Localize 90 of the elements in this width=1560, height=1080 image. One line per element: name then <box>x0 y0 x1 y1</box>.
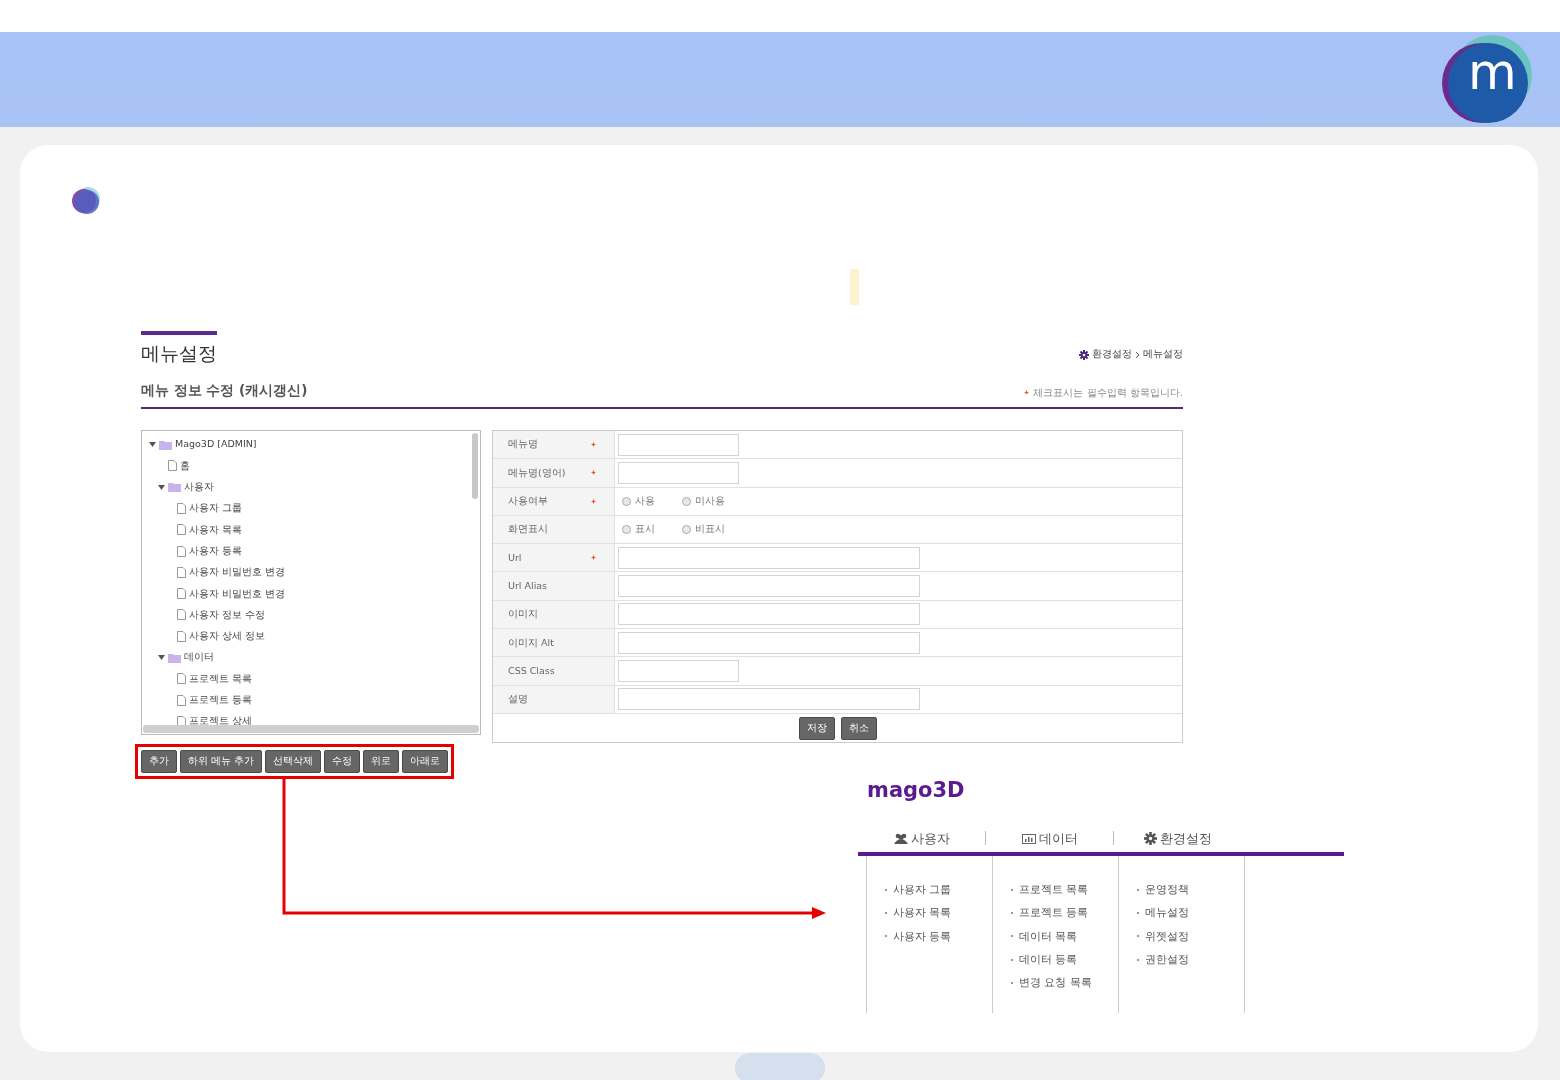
preview-logo-text: mago3D <box>867 777 965 804</box>
tree-item[interactable]: 사용자 목록 <box>189 522 243 537</box>
users-icon <box>893 832 908 844</box>
field-label: 화면표시 <box>508 522 548 537</box>
menu-link[interactable]: 프로젝트 목록 <box>1019 881 1089 898</box>
menu-tab[interactable]: 데이터 <box>986 828 1113 848</box>
field-label: Url <box>508 550 522 565</box>
tree-item[interactable]: Mago3D [ADMIN] <box>175 437 257 452</box>
folder-icon <box>168 652 181 663</box>
logo-letter: m <box>1468 46 1517 97</box>
tree-item[interactable]: 프로젝트 목록 <box>189 671 253 686</box>
tree-item[interactable]: 프로젝트 상세 <box>189 714 253 729</box>
tree-item[interactable]: 사용자 정보 수정 <box>189 607 266 623</box>
breadcrumb-item[interactable]: 환경설정 <box>1092 347 1132 362</box>
folder-icon <box>168 482 181 493</box>
page-icon <box>177 502 186 514</box>
page-icon <box>177 566 186 578</box>
page-icon <box>177 524 186 536</box>
field-label: CSS Class <box>508 663 555 678</box>
menu-link[interactable]: 메뉴설정 <box>1145 905 1189 921</box>
menu-link[interactable]: 운영정책 <box>1145 881 1189 898</box>
menu-link[interactable]: 변경 요청 목록 <box>1019 975 1092 992</box>
tree-item[interactable]: 사용자 그룹 <box>189 501 243 516</box>
tree-item[interactable]: 사용자 등록 <box>189 543 243 559</box>
chart-icon <box>1021 832 1036 844</box>
input-field[interactable] <box>618 433 739 456</box>
input-field[interactable] <box>618 659 739 682</box>
tree-action-button[interactable]: 위로 <box>363 749 400 773</box>
field-label: 메뉴명 <box>508 437 538 452</box>
input-field[interactable] <box>618 603 920 626</box>
menu-link[interactable]: 사용자 목록 <box>893 905 952 921</box>
required-star-icon <box>1024 389 1030 395</box>
menu-link[interactable]: 사용자 그룹 <box>893 881 952 898</box>
menu-tab[interactable]: 환경설정 <box>1114 828 1241 848</box>
scrollbar[interactable] <box>472 432 478 499</box>
menu-tab[interactable]: 사용자 <box>858 828 985 848</box>
field-label: Url Alias <box>508 578 548 593</box>
page-icon <box>177 545 186 557</box>
radio-option[interactable]: 표시 <box>618 522 658 537</box>
menu-link[interactable]: 권한설정 <box>1145 952 1189 968</box>
page-icon <box>177 588 186 600</box>
gear-icon <box>1079 349 1089 360</box>
menu-link[interactable]: 프로젝트 등록 <box>1019 905 1089 921</box>
tree-action-button[interactable]: 선택삭제 <box>265 749 322 773</box>
field-label: 이미지 <box>508 607 538 622</box>
form-button[interactable]: 취소 <box>840 716 877 740</box>
field-label: 사용여부 <box>508 494 548 509</box>
input-field[interactable] <box>618 631 920 654</box>
page-icon <box>177 630 186 642</box>
bubble-icon <box>70 185 102 217</box>
radio-option[interactable]: 비표시 <box>678 522 725 537</box>
required-note: 체크표시는 필수입력 항목입니다. <box>1033 385 1183 400</box>
gear-icon <box>1143 831 1157 845</box>
form-button[interactable]: 저장 <box>798 716 835 740</box>
radio-option[interactable]: 미사용 <box>678 494 725 509</box>
page-icon <box>177 694 186 706</box>
chevron-icon <box>1135 350 1140 359</box>
section-title: 메뉴 정보 수정 (캐시갱신) <box>141 380 308 400</box>
scroll-handle[interactable] <box>735 1053 825 1080</box>
tree-item[interactable]: 사용자 비밀번호 변경 <box>189 565 286 580</box>
field-label: 이미지 Alt <box>508 635 554 650</box>
tree-item[interactable]: 프로젝트 등록 <box>189 693 253 708</box>
field-label: 메뉴명(영어) <box>508 465 566 480</box>
tree-action-button[interactable]: 아래로 <box>402 749 449 773</box>
tree-item[interactable]: 데이터 <box>184 650 214 665</box>
highlight-mark <box>850 269 859 305</box>
tree-item[interactable]: 사용자 <box>184 480 214 495</box>
menu-link[interactable]: 데이터 목록 <box>1019 928 1078 945</box>
menu-link[interactable]: 데이터 등록 <box>1019 952 1078 968</box>
page-icon <box>168 460 177 472</box>
menu-link[interactable]: 사용자 등록 <box>893 928 952 945</box>
input-field[interactable] <box>618 575 920 598</box>
radio-option[interactable]: 사용 <box>618 494 658 509</box>
tree-action-button[interactable]: 수정 <box>324 749 361 773</box>
page-icon <box>177 609 186 621</box>
input-field[interactable] <box>618 688 920 711</box>
page-title: 메뉴설정 <box>141 331 217 366</box>
tree-item[interactable]: 사용자 비밀번호 변경 <box>189 586 286 601</box>
tree-item[interactable]: 홈 <box>180 458 190 473</box>
folder-icon <box>159 439 172 450</box>
breadcrumb-item[interactable]: 메뉴설정 <box>1143 347 1183 362</box>
field-label: 설명 <box>508 692 528 707</box>
tree-action-button[interactable]: 하위 메뉴 추가 <box>180 749 263 773</box>
input-field[interactable] <box>618 461 739 484</box>
input-field[interactable] <box>618 546 920 569</box>
tree-item[interactable]: 사용자 상세 정보 <box>189 629 266 644</box>
page-icon <box>177 673 186 685</box>
scrollbar[interactable] <box>143 724 479 733</box>
menu-link[interactable]: 위젯설정 <box>1145 928 1189 945</box>
tree-action-button[interactable]: 추가 <box>141 749 177 773</box>
